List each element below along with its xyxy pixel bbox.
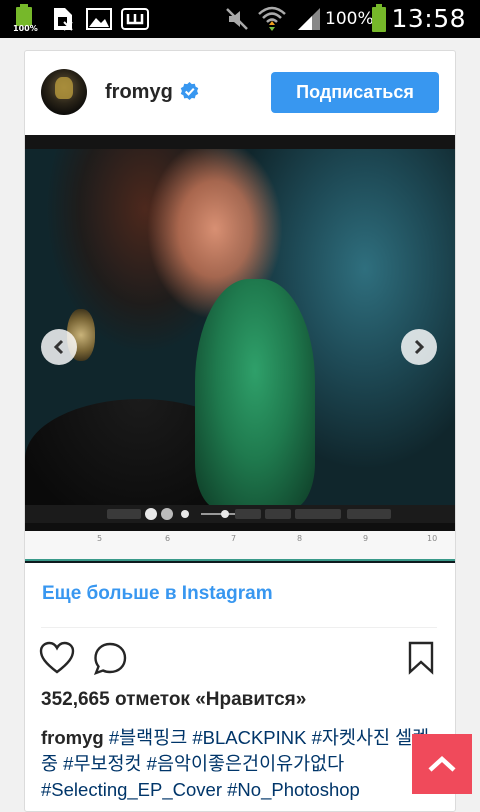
ruler-number: 6 xyxy=(165,534,171,543)
ruler-number: 7 xyxy=(231,534,237,543)
chevron-left-icon xyxy=(53,339,64,355)
scroll-to-top-button[interactable] xyxy=(412,734,472,794)
no-sim-icon xyxy=(54,8,73,31)
gallery-icon xyxy=(86,8,112,30)
battery-icon xyxy=(372,4,386,32)
ruler-number: 5 xyxy=(97,534,103,543)
toolbar-chip xyxy=(107,509,141,519)
follow-button[interactable]: Подписаться xyxy=(271,72,439,113)
chevron-up-icon xyxy=(428,755,456,772)
toolbar-chip xyxy=(235,509,261,519)
caption-username[interactable]: fromyg xyxy=(41,727,104,748)
more-on-instagram-link[interactable]: Еще больше в Instagram xyxy=(42,583,273,605)
previous-photo-button[interactable] xyxy=(41,329,77,365)
photo-ruler: 5 6 7 8 9 10 xyxy=(25,531,455,561)
status-bar: 100% 100% 13:58 xyxy=(0,0,480,38)
notification-badge: 100% xyxy=(13,24,38,33)
avatar[interactable] xyxy=(41,69,87,115)
toolbar-dot xyxy=(161,508,173,520)
post-photo[interactable]: 5 6 7 8 9 10 xyxy=(25,135,455,563)
ruler-number: 8 xyxy=(297,534,303,543)
chevron-right-icon xyxy=(414,339,425,355)
likes-count[interactable]: 352,665 отметок «Нравится» xyxy=(41,689,306,711)
toolbar-dot xyxy=(145,508,157,520)
toolbar-dot xyxy=(181,510,189,518)
battery-charging-icon xyxy=(16,4,32,26)
toolbar-dot xyxy=(221,510,229,518)
green-glove xyxy=(195,279,315,509)
next-photo-button[interactable] xyxy=(401,329,437,365)
wifi-icon xyxy=(258,6,286,31)
signal-icon xyxy=(298,8,320,30)
verified-badge-icon xyxy=(180,82,199,101)
toolbar-chip xyxy=(265,509,291,519)
post-caption: fromyg #블랙핑크 #BLACKPINK #자켓사진 셀렉중 #무보정컷 … xyxy=(41,725,441,803)
divider xyxy=(41,627,437,628)
clock: 13:58 xyxy=(391,4,466,33)
comment-icon[interactable] xyxy=(93,641,129,675)
bookmark-icon[interactable] xyxy=(407,641,435,675)
photo-editor-status xyxy=(25,523,455,531)
instagram-post-card: fromyg Подписаться 5 6 7 8 9 10 Еще боль… xyxy=(24,50,456,812)
heart-icon[interactable] xyxy=(39,641,75,675)
ruler-number: 10 xyxy=(427,534,438,543)
toolbar-chip xyxy=(347,509,391,519)
post-username[interactable]: fromyg xyxy=(105,81,173,104)
ruler-number: 9 xyxy=(363,534,369,543)
toolbar-chip xyxy=(295,509,341,519)
photo-top-border xyxy=(25,135,455,149)
mute-icon xyxy=(226,8,248,30)
battery-percent: 100% xyxy=(325,9,374,29)
photo-content xyxy=(25,149,455,519)
photo-editor-toolbar xyxy=(25,505,455,523)
keyboard-icon xyxy=(121,8,149,30)
